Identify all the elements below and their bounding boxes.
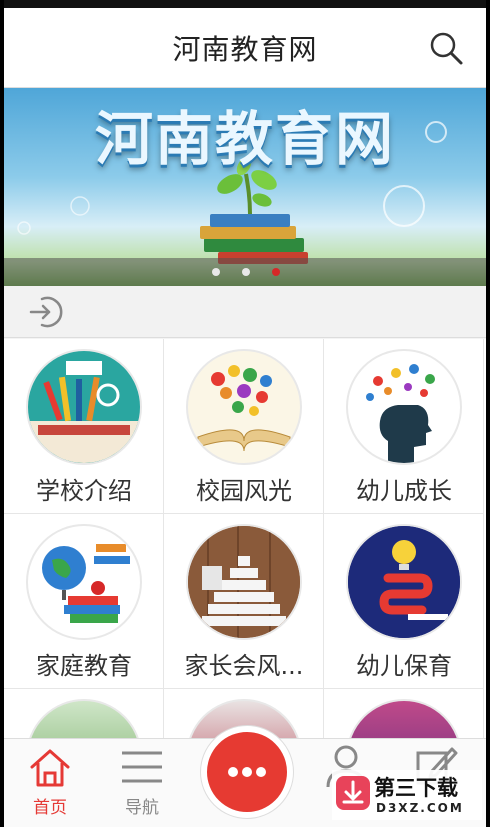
download-logo-icon (336, 776, 370, 810)
grid-item-label: 家长会风... (184, 652, 304, 680)
globe-books-icon (26, 524, 142, 640)
more-button[interactable] (201, 726, 293, 818)
home-icon (30, 749, 70, 787)
grid-item-family-education[interactable]: 家庭教育 (4, 514, 164, 689)
grid-item-label: 学校介绍 (36, 477, 132, 505)
grid-item-campus-scenery[interactable]: 校园风光 (164, 339, 324, 514)
banner-title: 河南教育网 (94, 105, 395, 173)
nav-label: 导航 (125, 798, 159, 818)
banner-carousel[interactable]: 河南教育网 (4, 88, 486, 286)
more-dots-icon (242, 767, 252, 777)
grid-item-label: 校园风光 (196, 477, 292, 505)
menu-icon (122, 751, 162, 783)
search-icon[interactable] (428, 30, 464, 66)
lightbulb-icon (346, 524, 462, 640)
carousel-dot[interactable] (212, 268, 220, 276)
carousel-indicator-bar (4, 258, 486, 286)
app-screen: 河南教育网 河南教育网 学校介绍 校园风光 幼儿成长 家庭教育 家长会风... … (4, 0, 486, 827)
status-bar (4, 0, 486, 8)
more-dots-icon (228, 767, 238, 777)
carousel-dot-active[interactable] (272, 268, 280, 276)
abc-blocks-icon (186, 524, 302, 640)
back-to-school-icon (26, 349, 142, 465)
watermark-title: 第三下载 (374, 776, 458, 800)
nav-guide[interactable]: 导航 (102, 739, 182, 827)
nav-label: 首页 (33, 798, 67, 818)
login-icon[interactable] (28, 294, 64, 330)
grid-item-child-care[interactable]: 幼儿保育 (324, 514, 484, 689)
watermark-sub: D3XZ.COM (376, 801, 464, 815)
grid-item-label: 幼儿保育 (356, 652, 452, 680)
category-grid: 学校介绍 校园风光 幼儿成长 家庭教育 家长会风... 幼儿保育 (4, 339, 486, 827)
carousel-dot[interactable] (242, 268, 250, 276)
head-ideas-icon (346, 349, 462, 465)
nav-home[interactable]: 首页 (10, 739, 90, 827)
top-bar: 河南教育网 (4, 8, 486, 88)
grid-item-label: 幼儿成长 (356, 477, 452, 505)
open-book-icon (186, 349, 302, 465)
more-dots-icon (256, 767, 266, 777)
grid-item-label: 家庭教育 (36, 652, 132, 680)
watermark: 第三下载 D3XZ.COM (332, 770, 482, 820)
page-title: 河南教育网 (172, 33, 318, 66)
grid-item-parent-meeting[interactable]: 家长会风... (164, 514, 324, 689)
grid-item-school-intro[interactable]: 学校介绍 (4, 339, 164, 514)
grid-item-child-growth[interactable]: 幼儿成长 (324, 339, 484, 514)
login-strip (4, 286, 486, 338)
